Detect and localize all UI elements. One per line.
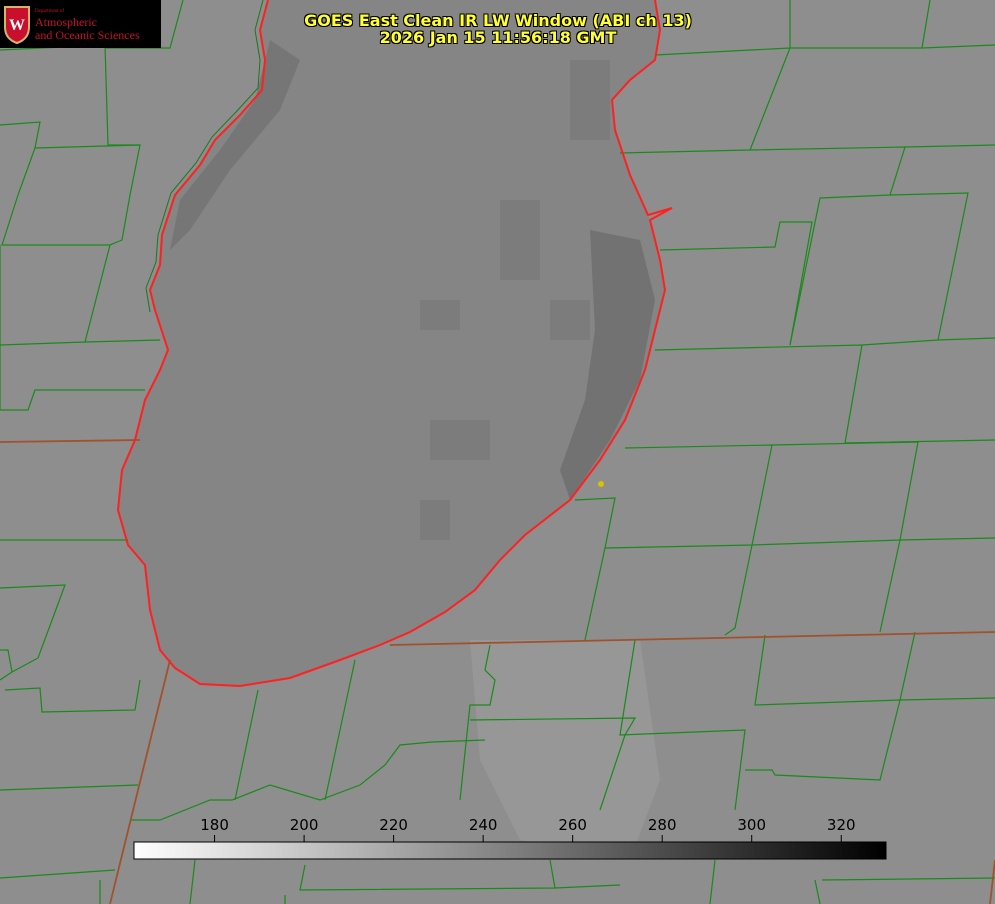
seal-letter: W: [9, 17, 25, 34]
colorbar-tick-label: 180: [200, 816, 229, 834]
image-title: GOES East Clean IR LW Window (ABI ch 13)…: [260, 12, 736, 46]
station-marker: [598, 481, 604, 487]
logo-oceanic-text: and Oceanic Sciences: [35, 28, 140, 42]
logo-department-text: Department of: [35, 9, 65, 14]
title-product: GOES East Clean IR LW Window (ABI ch 13): [304, 11, 692, 30]
colorbar: [133, 841, 887, 860]
colorbar-tick-label: 320: [827, 816, 856, 834]
colorbar-tick-label: 300: [737, 816, 766, 834]
colorbar-tick-label: 240: [469, 816, 498, 834]
title-timestamp: 2026 Jan 15 11:56:18 GMT: [379, 28, 617, 47]
university-seal-icon: W: [4, 6, 30, 45]
colorbar-tick-label: 280: [648, 816, 677, 834]
colorbar-tick-label: 220: [379, 816, 408, 834]
uw-aos-logo: W Department of Atmospheric and Oceanic …: [0, 0, 161, 48]
colorbar-tick-label: 200: [290, 816, 319, 834]
colorbar-tick-label: 260: [558, 816, 587, 834]
satellite-map: 180 200 220 240 260 280 300 320: [0, 0, 995, 904]
